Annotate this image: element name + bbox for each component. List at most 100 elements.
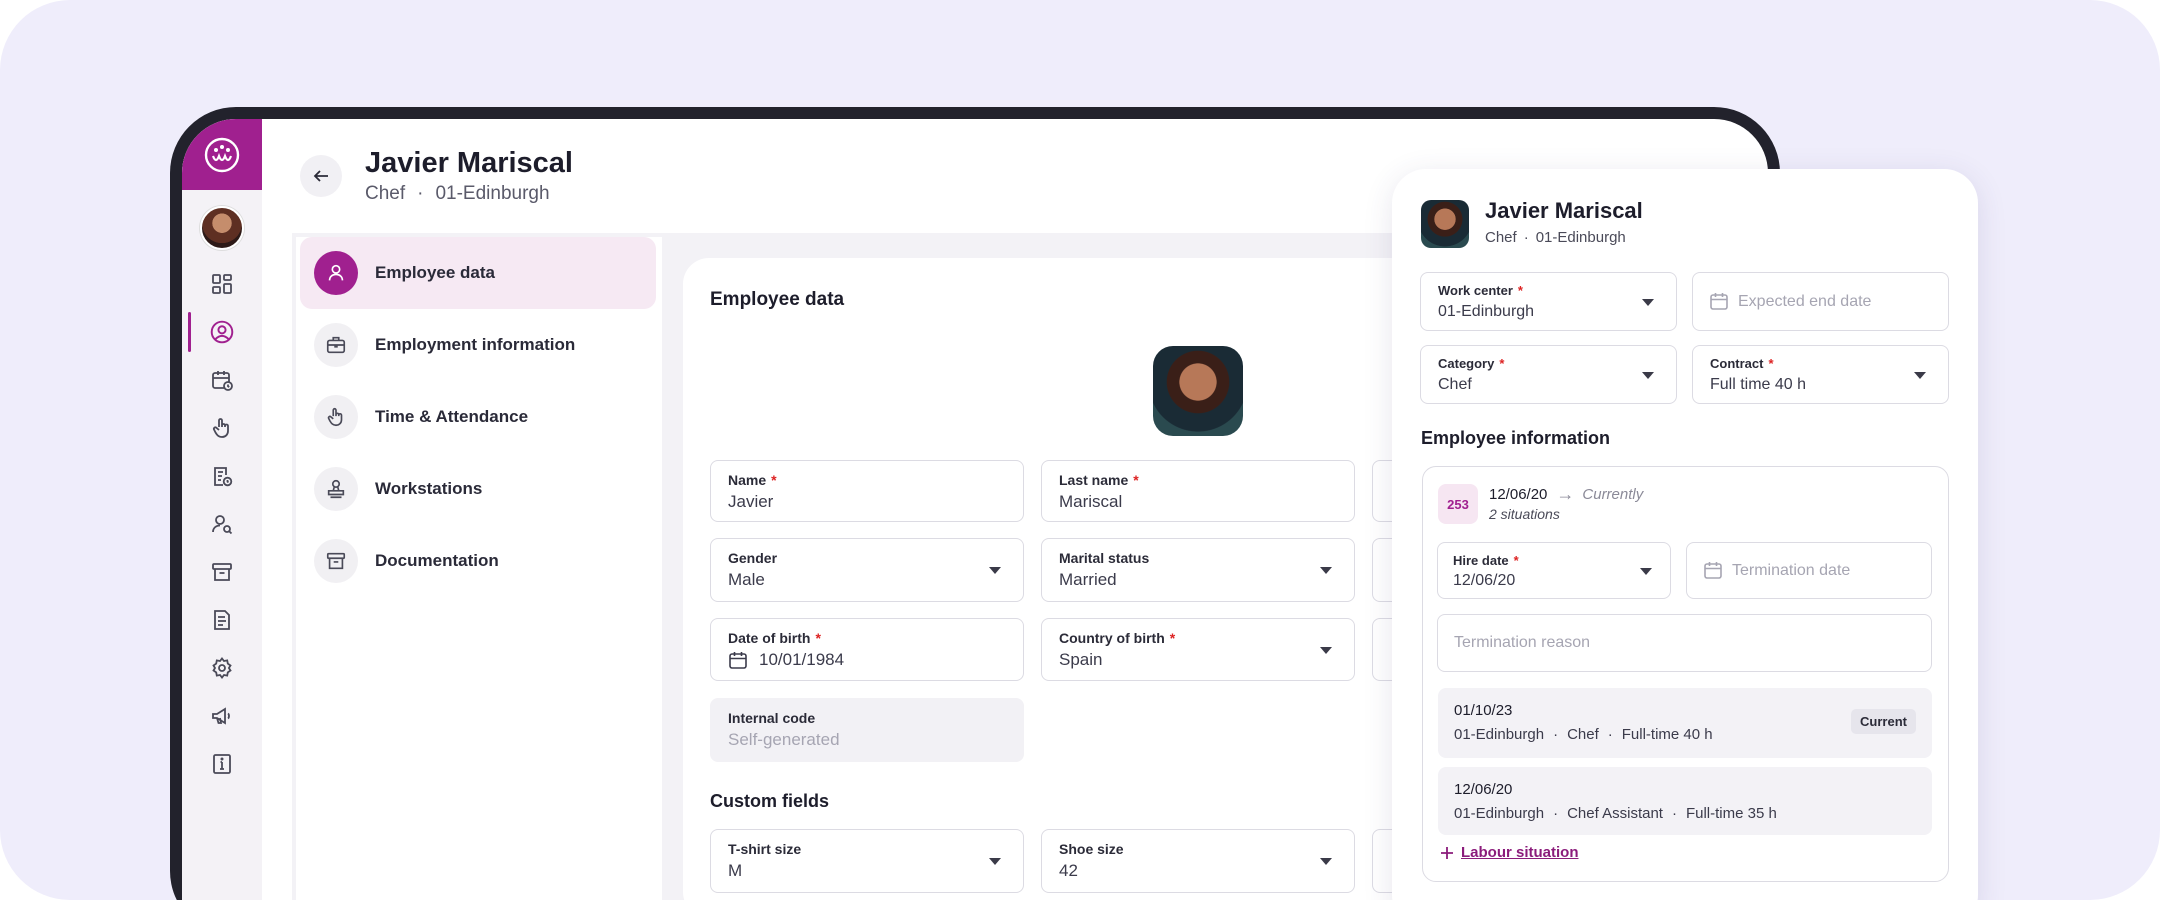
megaphone-icon[interactable] bbox=[182, 692, 262, 740]
history-date: 12/06/20 bbox=[1454, 781, 1513, 798]
last-name-field[interactable]: Last name * Mariscal bbox=[1041, 460, 1355, 522]
document-clock-icon[interactable] bbox=[182, 452, 262, 500]
back-button[interactable] bbox=[300, 155, 342, 197]
nav-item-label: Time & Attendance bbox=[375, 407, 529, 426]
info-icon[interactable] bbox=[182, 740, 262, 788]
user-icon bbox=[314, 251, 358, 295]
nav-item-label: Employment information bbox=[375, 335, 576, 354]
hire-date-value: 12/06/20 bbox=[1453, 572, 1516, 589]
add-labour-situation-link[interactable]: Labour situation bbox=[1439, 844, 1579, 861]
app-logo[interactable] bbox=[182, 119, 262, 190]
employee-work-center: 01-Edinburgh bbox=[435, 183, 550, 204]
section-nav: Employee data Employment information Tim… bbox=[296, 237, 662, 900]
user-search-icon[interactable] bbox=[182, 500, 262, 548]
situation-count: 2 situations bbox=[1489, 506, 1560, 522]
nav-item-employee-data[interactable]: Employee data bbox=[300, 237, 656, 309]
employee-photo[interactable] bbox=[1153, 346, 1243, 436]
employee-information-title: Employee information bbox=[1421, 428, 1611, 448]
tshirt-size-select[interactable]: T-shirt size M bbox=[710, 829, 1024, 893]
panel-employee-subtitle: Chef · 01-Edinburgh bbox=[1485, 229, 1626, 246]
chevron-down-icon bbox=[1914, 372, 1926, 379]
archive-icon bbox=[314, 539, 358, 583]
gender-value: Male bbox=[728, 570, 765, 589]
archive-icon[interactable] bbox=[182, 548, 262, 596]
internal-code-label: Internal code bbox=[728, 710, 816, 726]
current-badge: Current bbox=[1851, 709, 1916, 734]
expected-end-date-placeholder: Expected end date bbox=[1738, 292, 1872, 310]
work-center-label: Work center * bbox=[1438, 283, 1523, 298]
contract-select[interactable]: Contract * Full time 40 h bbox=[1692, 345, 1949, 404]
tshirt-size-label: T-shirt size bbox=[728, 841, 802, 857]
termination-reason-field[interactable]: Termination reason bbox=[1437, 614, 1932, 672]
panel-employee-name: Javier Mariscal bbox=[1485, 198, 1643, 223]
chevron-down-icon bbox=[1642, 299, 1654, 306]
chevron-down-icon bbox=[1320, 647, 1332, 654]
report-icon[interactable] bbox=[182, 596, 262, 644]
chevron-down-icon bbox=[1320, 567, 1332, 574]
category-select[interactable]: Category * Chef bbox=[1420, 345, 1677, 404]
calendar-icon bbox=[1703, 560, 1723, 585]
expected-end-date-field[interactable]: Expected end date bbox=[1692, 272, 1949, 331]
hand-pointer-icon bbox=[314, 395, 358, 439]
country-of-birth-select[interactable]: Country of birth * Spain bbox=[1041, 618, 1355, 681]
date-of-birth-label: Date of birth * bbox=[728, 630, 821, 646]
user-avatar[interactable] bbox=[200, 206, 244, 250]
separator: · bbox=[417, 183, 424, 204]
situation-badge: 253 bbox=[1438, 484, 1478, 524]
nav-item-label: Employee data bbox=[375, 263, 495, 282]
last-name-value: Mariscal bbox=[1059, 492, 1123, 511]
logo-icon bbox=[204, 137, 240, 172]
category-label: Category * bbox=[1438, 356, 1505, 371]
marital-status-label: Marital status bbox=[1059, 550, 1150, 566]
date-of-birth-field[interactable]: Date of birth * 10/01/1984 bbox=[710, 618, 1024, 681]
dashboard-icon[interactable] bbox=[182, 260, 262, 308]
custom-fields-title: Custom fields bbox=[710, 791, 830, 811]
shoe-size-label: Shoe size bbox=[1059, 841, 1124, 857]
nav-item-workstations[interactable]: Workstations bbox=[296, 453, 662, 525]
work-center-select[interactable]: Work center * 01-Edinburgh bbox=[1420, 272, 1677, 331]
nav-item-documentation[interactable]: Documentation bbox=[296, 525, 662, 597]
name-field[interactable]: Name * Javier bbox=[710, 460, 1024, 522]
employee-data-title: Employee data bbox=[710, 289, 845, 310]
employee-name: Javier Mariscal bbox=[365, 147, 573, 179]
situation-end: Currently bbox=[1582, 486, 1644, 503]
termination-date-placeholder: Termination date bbox=[1732, 561, 1851, 579]
hire-date-select[interactable]: Hire date * 12/06/20 bbox=[1437, 542, 1671, 599]
panel-avatar bbox=[1421, 200, 1469, 248]
calendar-icon bbox=[1709, 291, 1729, 316]
contract-label: Contract * bbox=[1710, 356, 1774, 371]
employee-category: Chef bbox=[365, 183, 406, 204]
date-of-birth-value: 10/01/1984 bbox=[759, 650, 845, 669]
calendar-icon bbox=[728, 650, 748, 675]
nav-item-employment-information[interactable]: Employment information bbox=[296, 309, 662, 381]
history-item[interactable]: 12/06/20 01-Edinburgh · Chef Assistant · Ful… bbox=[1438, 767, 1932, 835]
gear-icon[interactable] bbox=[182, 644, 262, 692]
last-name-label: Last name * bbox=[1059, 472, 1139, 488]
name-value: Javier bbox=[728, 492, 774, 511]
history-details: 01-Edinburgh · Chef · Full-time 40 h bbox=[1454, 726, 1713, 743]
chevron-down-icon bbox=[1640, 568, 1652, 575]
icon-rail bbox=[182, 119, 262, 900]
calendar-clock-icon[interactable] bbox=[182, 356, 262, 404]
tshirt-size-value: M bbox=[728, 861, 743, 880]
chevron-down-icon bbox=[1320, 858, 1332, 865]
hire-date-label: Hire date * bbox=[1453, 553, 1519, 568]
history-date: 01/10/23 bbox=[1454, 702, 1513, 719]
shoe-size-select[interactable]: Shoe size 42 bbox=[1041, 829, 1355, 893]
termination-reason-placeholder: Termination reason bbox=[1454, 634, 1591, 651]
gender-select[interactable]: Gender Male bbox=[710, 538, 1024, 602]
marital-status-select[interactable]: Marital status Married bbox=[1041, 538, 1355, 602]
termination-date-field[interactable]: Termination date bbox=[1686, 542, 1932, 599]
hand-pointer-icon[interactable] bbox=[182, 404, 262, 452]
add-labour-situation-label: Labour situation bbox=[1461, 844, 1579, 861]
user-circle-icon[interactable] bbox=[182, 308, 262, 356]
nav-item-label: Workstations bbox=[375, 479, 483, 498]
plus-icon bbox=[1441, 846, 1453, 859]
arrow-right-icon: → bbox=[1556, 484, 1575, 504]
situation-start: 12/06/20 bbox=[1489, 486, 1548, 503]
history-item[interactable]: 01/10/23 01-Edinburgh · Chef · Full-time 40 … bbox=[1438, 688, 1932, 758]
internal-code-field: Internal code Self-generated bbox=[710, 698, 1024, 762]
country-of-birth-label: Country of birth * bbox=[1059, 630, 1176, 646]
nav-item-time-attendance[interactable]: Time & Attendance bbox=[296, 381, 662, 453]
contract-value: Full time 40 h bbox=[1710, 376, 1807, 393]
